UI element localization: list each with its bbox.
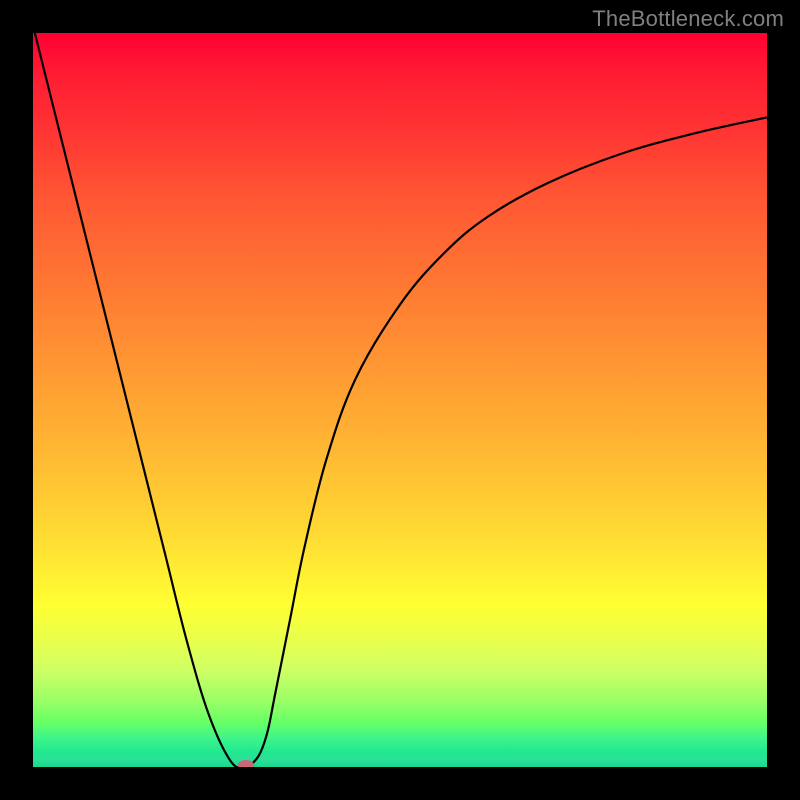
bottleneck-curve <box>33 33 767 767</box>
optimal-point-marker <box>238 760 254 767</box>
plot-area <box>33 33 767 767</box>
attribution-label: TheBottleneck.com <box>592 6 784 32</box>
chart-container: TheBottleneck.com <box>0 0 800 800</box>
